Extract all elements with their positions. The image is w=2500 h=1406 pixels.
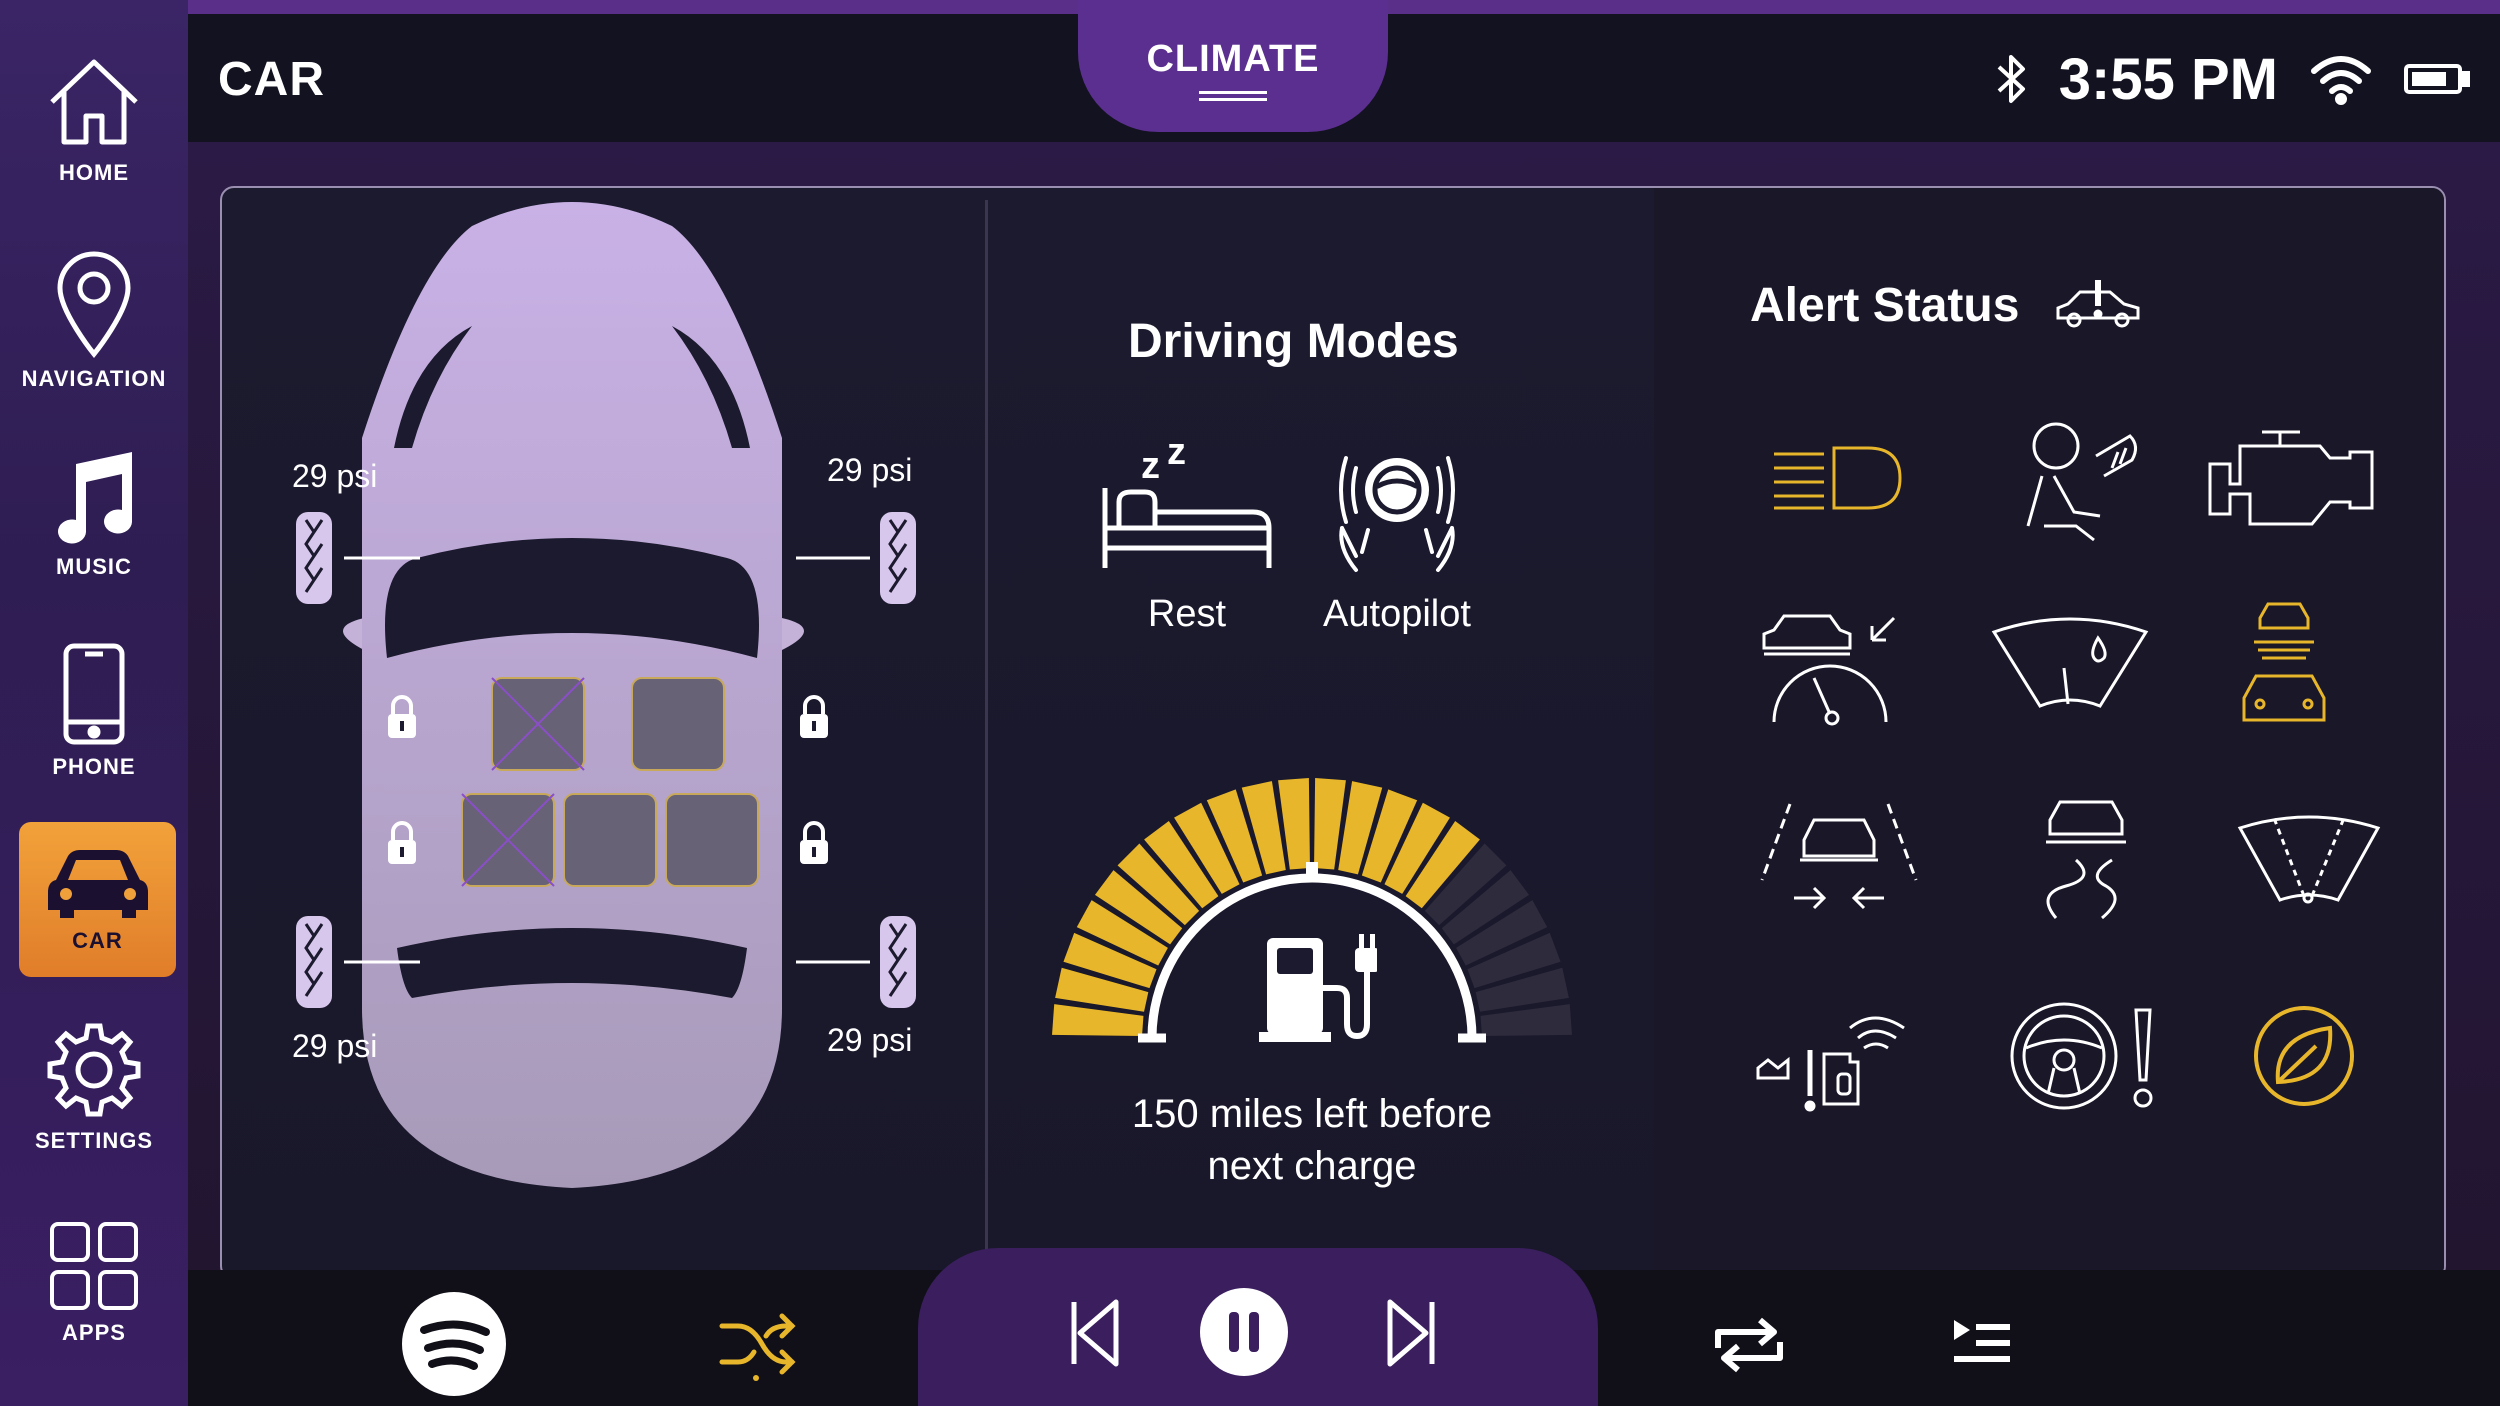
lane-assist-icon[interactable] [1754, 796, 1924, 916]
car-icon [47, 849, 148, 918]
sidebar-item-music[interactable]: MUSIC [0, 446, 188, 580]
engine-icon[interactable] [2200, 424, 2380, 534]
queue-icon[interactable] [1952, 1316, 2012, 1372]
airbag-icon[interactable] [2014, 416, 2154, 546]
tire-pressure-sensor-icon[interactable] [1754, 998, 1914, 1118]
spotify-icon[interactable] [400, 1290, 508, 1398]
climate-tab[interactable]: CLIMATE [1078, 0, 1388, 132]
sidebar-item-car[interactable]: CAR [19, 822, 176, 977]
wifi-icon [2311, 56, 2371, 105]
car-alert-icon [2056, 280, 2140, 328]
home-icon [50, 59, 138, 145]
shuffle-icon[interactable] [718, 1308, 798, 1384]
previous-track-icon[interactable] [1068, 1298, 1122, 1368]
charging-station-icon [1259, 934, 1377, 1042]
steering-warning-icon[interactable] [2004, 996, 2164, 1116]
playback-controls [918, 1248, 1598, 1406]
drag-handle-icon [1199, 91, 1267, 101]
sidebar-item-navigation[interactable]: NAVIGATION [0, 250, 188, 392]
section-divider [985, 200, 988, 1278]
header: CAR CLIMATE 3:55 PM [188, 0, 2500, 142]
clock: 3:55 PM [2058, 46, 2278, 112]
mode-rest-label: Rest [1147, 593, 1227, 635]
tire-icon [880, 512, 916, 604]
svg-text:z: z [1141, 445, 1160, 487]
battery-icon [2404, 64, 2470, 94]
sidebar-item-settings[interactable]: SETTINGS [0, 1020, 188, 1154]
map-pin-icon [57, 251, 131, 358]
range-remaining-text: 150 miles left before next charge [1102, 1088, 1522, 1192]
eco-mode-icon[interactable] [2244, 996, 2364, 1116]
phone-icon [63, 643, 125, 745]
repeat-icon[interactable] [1712, 1314, 1786, 1376]
tire-icon [296, 512, 332, 604]
sidebar-item-label: HOME [59, 160, 129, 185]
slippery-road-icon[interactable] [2026, 794, 2146, 924]
forward-collision-icon[interactable] [2234, 598, 2334, 728]
tire-icon [296, 916, 332, 1008]
headlight-icon[interactable] [1764, 428, 1904, 528]
mode-rest[interactable]: z z Rest [1092, 428, 1282, 658]
climate-tab-label: CLIMATE [1146, 38, 1320, 80]
sidebar-item-label: PHONE [52, 754, 136, 779]
washer-fluid-icon[interactable] [1990, 602, 2150, 712]
mode-autopilot[interactable]: Autopilot [1302, 428, 1492, 658]
tire-pressure-rear-left: 29 psi [292, 1028, 378, 1064]
sidebar-item-label: APPS [62, 1320, 126, 1345]
range-line-2: next charge [1207, 1144, 1417, 1188]
lock-icon[interactable] [798, 820, 830, 866]
gauge-top-marker [1306, 862, 1318, 882]
bluetooth-icon [1997, 55, 2025, 103]
sidebar-item-label: SETTINGS [34, 1128, 153, 1153]
svg-text:z: z [1167, 431, 1186, 473]
car-top-view-illustration [343, 202, 870, 1188]
media-bar [188, 1248, 2500, 1406]
lock-icon[interactable] [798, 694, 830, 740]
pause-icon[interactable] [1198, 1286, 1290, 1378]
tire-icon [880, 916, 916, 1008]
sidebar-item-phone[interactable]: PHONE [0, 642, 188, 780]
tire-pressure-rear-right: 29 psi [827, 1022, 913, 1058]
apps-grid-icon [50, 1222, 138, 1310]
alert-status-title: Alert Status [1750, 279, 2020, 332]
sidebar-item-label: NAVIGATION [21, 366, 167, 391]
mode-autopilot-label: Autopilot [1323, 593, 1471, 635]
tire-pressure-front-left: 29 psi [292, 458, 378, 494]
sidebar: HOME NAVIGATION MUSIC PHONE CAR SETTINGS [0, 0, 188, 1406]
next-track-icon[interactable] [1384, 1298, 1438, 1368]
driving-modes-title: Driving Modes [1128, 315, 1459, 368]
bed-sleep-icon: z z [1102, 431, 1272, 568]
sidebar-item-apps[interactable]: APPS [0, 1220, 188, 1346]
lock-icon[interactable] [386, 694, 418, 740]
page-title: CAR [218, 53, 325, 106]
range-line-1: 150 miles left before [1131, 1092, 1493, 1136]
sidebar-item-label: CAR [72, 927, 123, 953]
gear-icon [47, 1023, 141, 1117]
music-note-icon [58, 452, 132, 544]
autopilot-wheel-icon [1339, 456, 1455, 572]
speed-assist-icon[interactable] [1754, 598, 1904, 728]
tire-pressure-front-right: 29 psi [827, 452, 913, 488]
alert-status-panel: Alert Status [1654, 188, 2444, 1278]
status-bar: 3:55 PM [1995, 44, 2470, 114]
sidebar-item-home[interactable]: HOME [0, 52, 188, 186]
main-panel: 29 psi 29 psi 29 psi 29 psi Driving Mode… [220, 186, 2446, 1280]
wiper-icon[interactable] [2234, 798, 2384, 908]
sidebar-item-label: MUSIC [56, 554, 132, 579]
lock-icon[interactable] [386, 820, 418, 866]
